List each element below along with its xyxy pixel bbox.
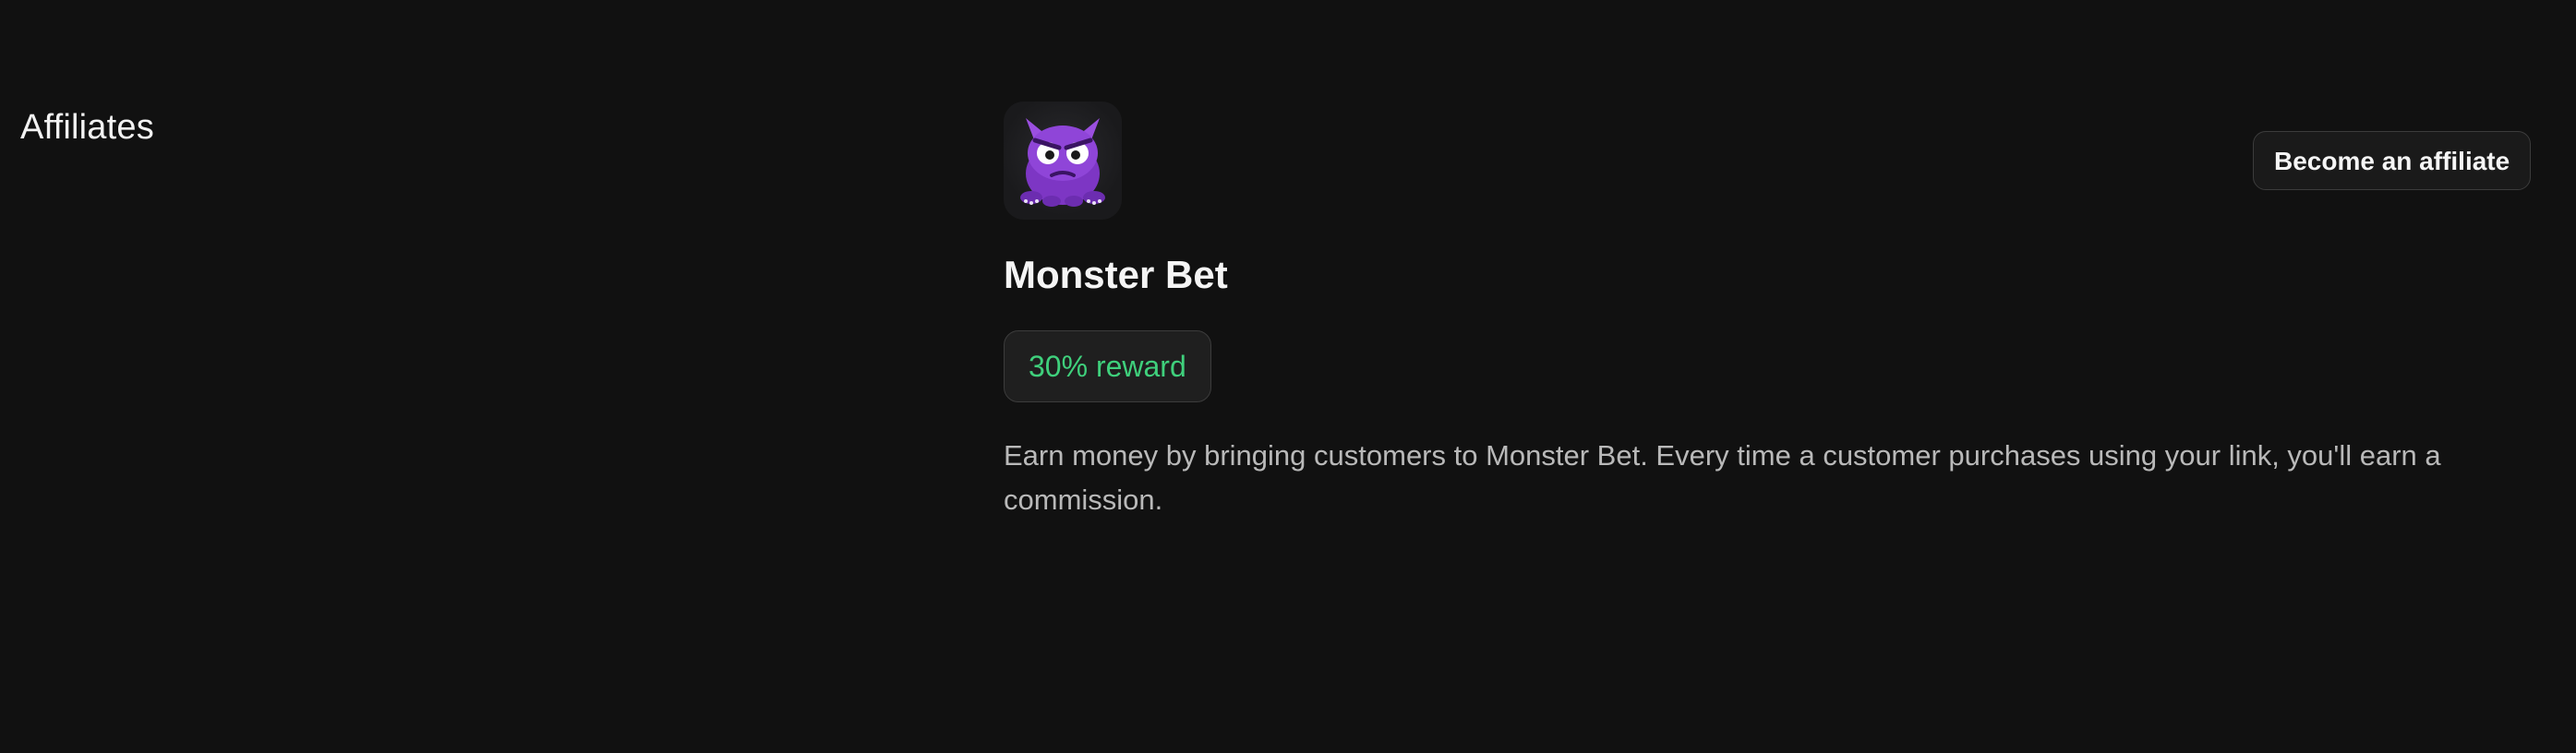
brand-logo — [1004, 102, 1122, 220]
affiliate-name: Monster Bet — [1004, 253, 1228, 296]
become-affiliate-button[interactable]: Become an affiliate — [2253, 131, 2532, 190]
page-title: Affiliates — [20, 108, 154, 147]
reward-badge: 30% reward — [1004, 330, 1211, 402]
affiliate-description: Earn money by bringing customers to Mons… — [1004, 439, 2441, 516]
purple-monster-icon — [1020, 118, 1105, 207]
